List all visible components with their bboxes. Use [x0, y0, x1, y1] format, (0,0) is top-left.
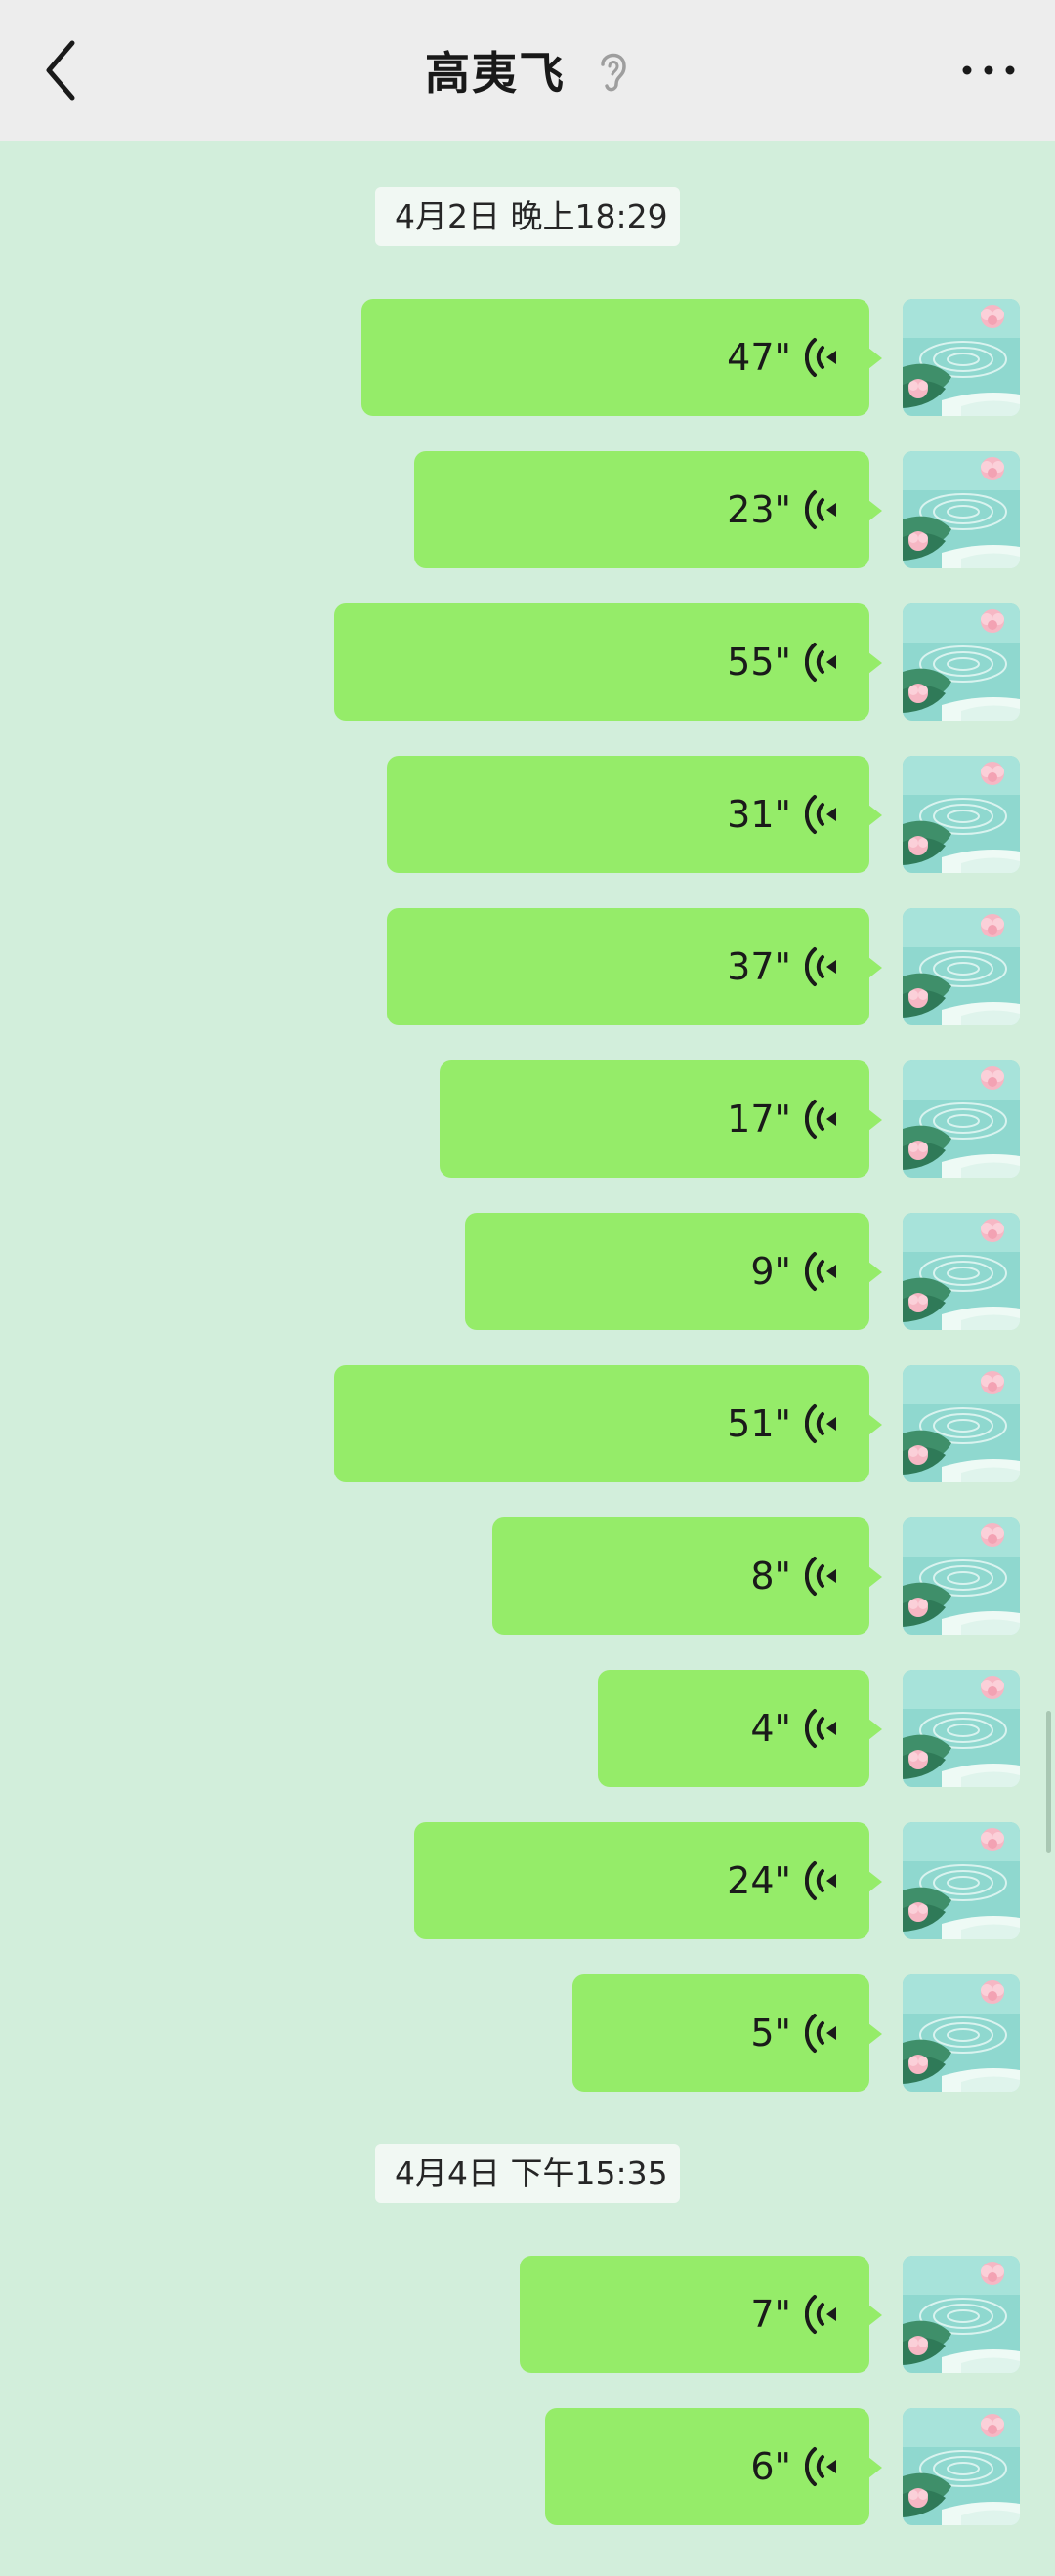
bubble-tail	[868, 1871, 882, 1892]
voice-waves-icon	[805, 2293, 844, 2336]
voice-duration: 37"	[727, 945, 791, 988]
voice-message: 4"	[0, 1670, 1055, 1787]
voice-waves-icon	[805, 2012, 844, 2055]
avatar[interactable]	[903, 1517, 1020, 1635]
voice-message: 5"	[0, 1974, 1055, 2092]
avatar[interactable]	[903, 451, 1020, 568]
voice-waves-icon	[805, 1402, 844, 1445]
voice-waves-icon	[805, 641, 844, 684]
bubble-tail	[868, 2457, 882, 2478]
voice-message: 55"	[0, 603, 1055, 721]
voice-message: 8"	[0, 1517, 1055, 1635]
voice-waves-icon	[805, 1098, 844, 1141]
bubble-tail	[868, 805, 882, 826]
voice-waves-icon	[805, 1250, 844, 1293]
bubble-tail	[868, 652, 882, 674]
voice-duration: 17"	[727, 1098, 791, 1141]
voice-message: 37"	[0, 908, 1055, 1025]
bubble-tail	[868, 1109, 882, 1131]
avatar[interactable]	[903, 1974, 1020, 2092]
avatar[interactable]	[903, 756, 1020, 873]
bubble-tail	[868, 2305, 882, 2326]
scrollbar[interactable]	[1046, 1711, 1051, 1853]
bubble-tail	[868, 500, 882, 521]
voice-message: 6"	[0, 2408, 1055, 2525]
voice-duration: 55"	[727, 641, 791, 684]
voice-bubble[interactable]: 24"	[414, 1822, 882, 1939]
bubble-tail	[868, 957, 882, 978]
voice-bubble[interactable]: 5"	[572, 1974, 882, 2092]
voice-duration: 24"	[727, 1859, 791, 1902]
voice-duration: 8"	[750, 1555, 791, 1598]
voice-bubble[interactable]: 47"	[361, 299, 882, 416]
voice-waves-icon	[805, 1859, 844, 1902]
voice-duration: 23"	[727, 488, 791, 531]
title-area: 高夷飞	[0, 0, 1055, 141]
avatar[interactable]	[903, 1060, 1020, 1178]
avatar[interactable]	[903, 908, 1020, 1025]
voice-bubble[interactable]: 6"	[545, 2408, 882, 2525]
voice-bubble[interactable]: 31"	[387, 756, 882, 873]
voice-duration: 47"	[727, 336, 791, 379]
timestamp: 4月4日 下午15:35	[375, 2144, 680, 2203]
bubble-tail	[868, 1414, 882, 1435]
voice-waves-icon	[805, 2445, 844, 2488]
voice-message: 23"	[0, 451, 1055, 568]
voice-bubble[interactable]: 8"	[492, 1517, 882, 1635]
voice-bubble[interactable]: 37"	[387, 908, 882, 1025]
avatar[interactable]	[903, 2256, 1020, 2373]
bubble-tail	[868, 1262, 882, 1283]
voice-bubble[interactable]: 7"	[520, 2256, 882, 2373]
voice-duration: 6"	[750, 2445, 791, 2488]
ear-icon	[601, 53, 626, 92]
voice-bubble[interactable]: 23"	[414, 451, 882, 568]
voice-duration: 51"	[727, 1402, 791, 1445]
voice-waves-icon	[805, 488, 844, 531]
avatar[interactable]	[903, 1213, 1020, 1330]
voice-message: 7"	[0, 2256, 1055, 2373]
voice-duration: 31"	[727, 793, 791, 836]
more-dots-icon[interactable]	[957, 49, 1020, 92]
avatar[interactable]	[903, 1670, 1020, 1787]
avatar[interactable]	[903, 1822, 1020, 1939]
voice-waves-icon	[805, 1707, 844, 1750]
bubble-tail	[868, 2023, 882, 2045]
voice-bubble[interactable]: 55"	[334, 603, 882, 721]
voice-message: 9"	[0, 1213, 1055, 1330]
voice-waves-icon	[805, 945, 844, 988]
avatar[interactable]	[903, 299, 1020, 416]
timestamp: 4月2日 晚上18:29	[375, 187, 680, 246]
voice-message: 31"	[0, 756, 1055, 873]
voice-waves-icon	[805, 336, 844, 379]
bubble-tail	[868, 1719, 882, 1740]
voice-waves-icon	[805, 793, 844, 836]
voice-message: 47"	[0, 299, 1055, 416]
voice-bubble[interactable]: 51"	[334, 1365, 882, 1482]
voice-duration: 9"	[750, 1250, 791, 1293]
voice-message: 51"	[0, 1365, 1055, 1482]
voice-waves-icon	[805, 1555, 844, 1598]
voice-bubble[interactable]: 17"	[440, 1060, 882, 1178]
chat-header: 高夷飞	[0, 0, 1055, 141]
avatar[interactable]	[903, 603, 1020, 721]
avatar[interactable]	[903, 1365, 1020, 1482]
voice-message: 24"	[0, 1822, 1055, 1939]
bubble-tail	[868, 1566, 882, 1588]
voice-bubble[interactable]: 4"	[598, 1670, 882, 1787]
voice-duration: 4"	[750, 1707, 791, 1750]
voice-message: 17"	[0, 1060, 1055, 1178]
voice-duration: 5"	[750, 2012, 791, 2055]
avatar[interactable]	[903, 2408, 1020, 2525]
chat-title: 高夷飞	[425, 47, 566, 100]
voice-duration: 7"	[750, 2293, 791, 2336]
voice-bubble[interactable]: 9"	[465, 1213, 882, 1330]
bubble-tail	[868, 348, 882, 369]
